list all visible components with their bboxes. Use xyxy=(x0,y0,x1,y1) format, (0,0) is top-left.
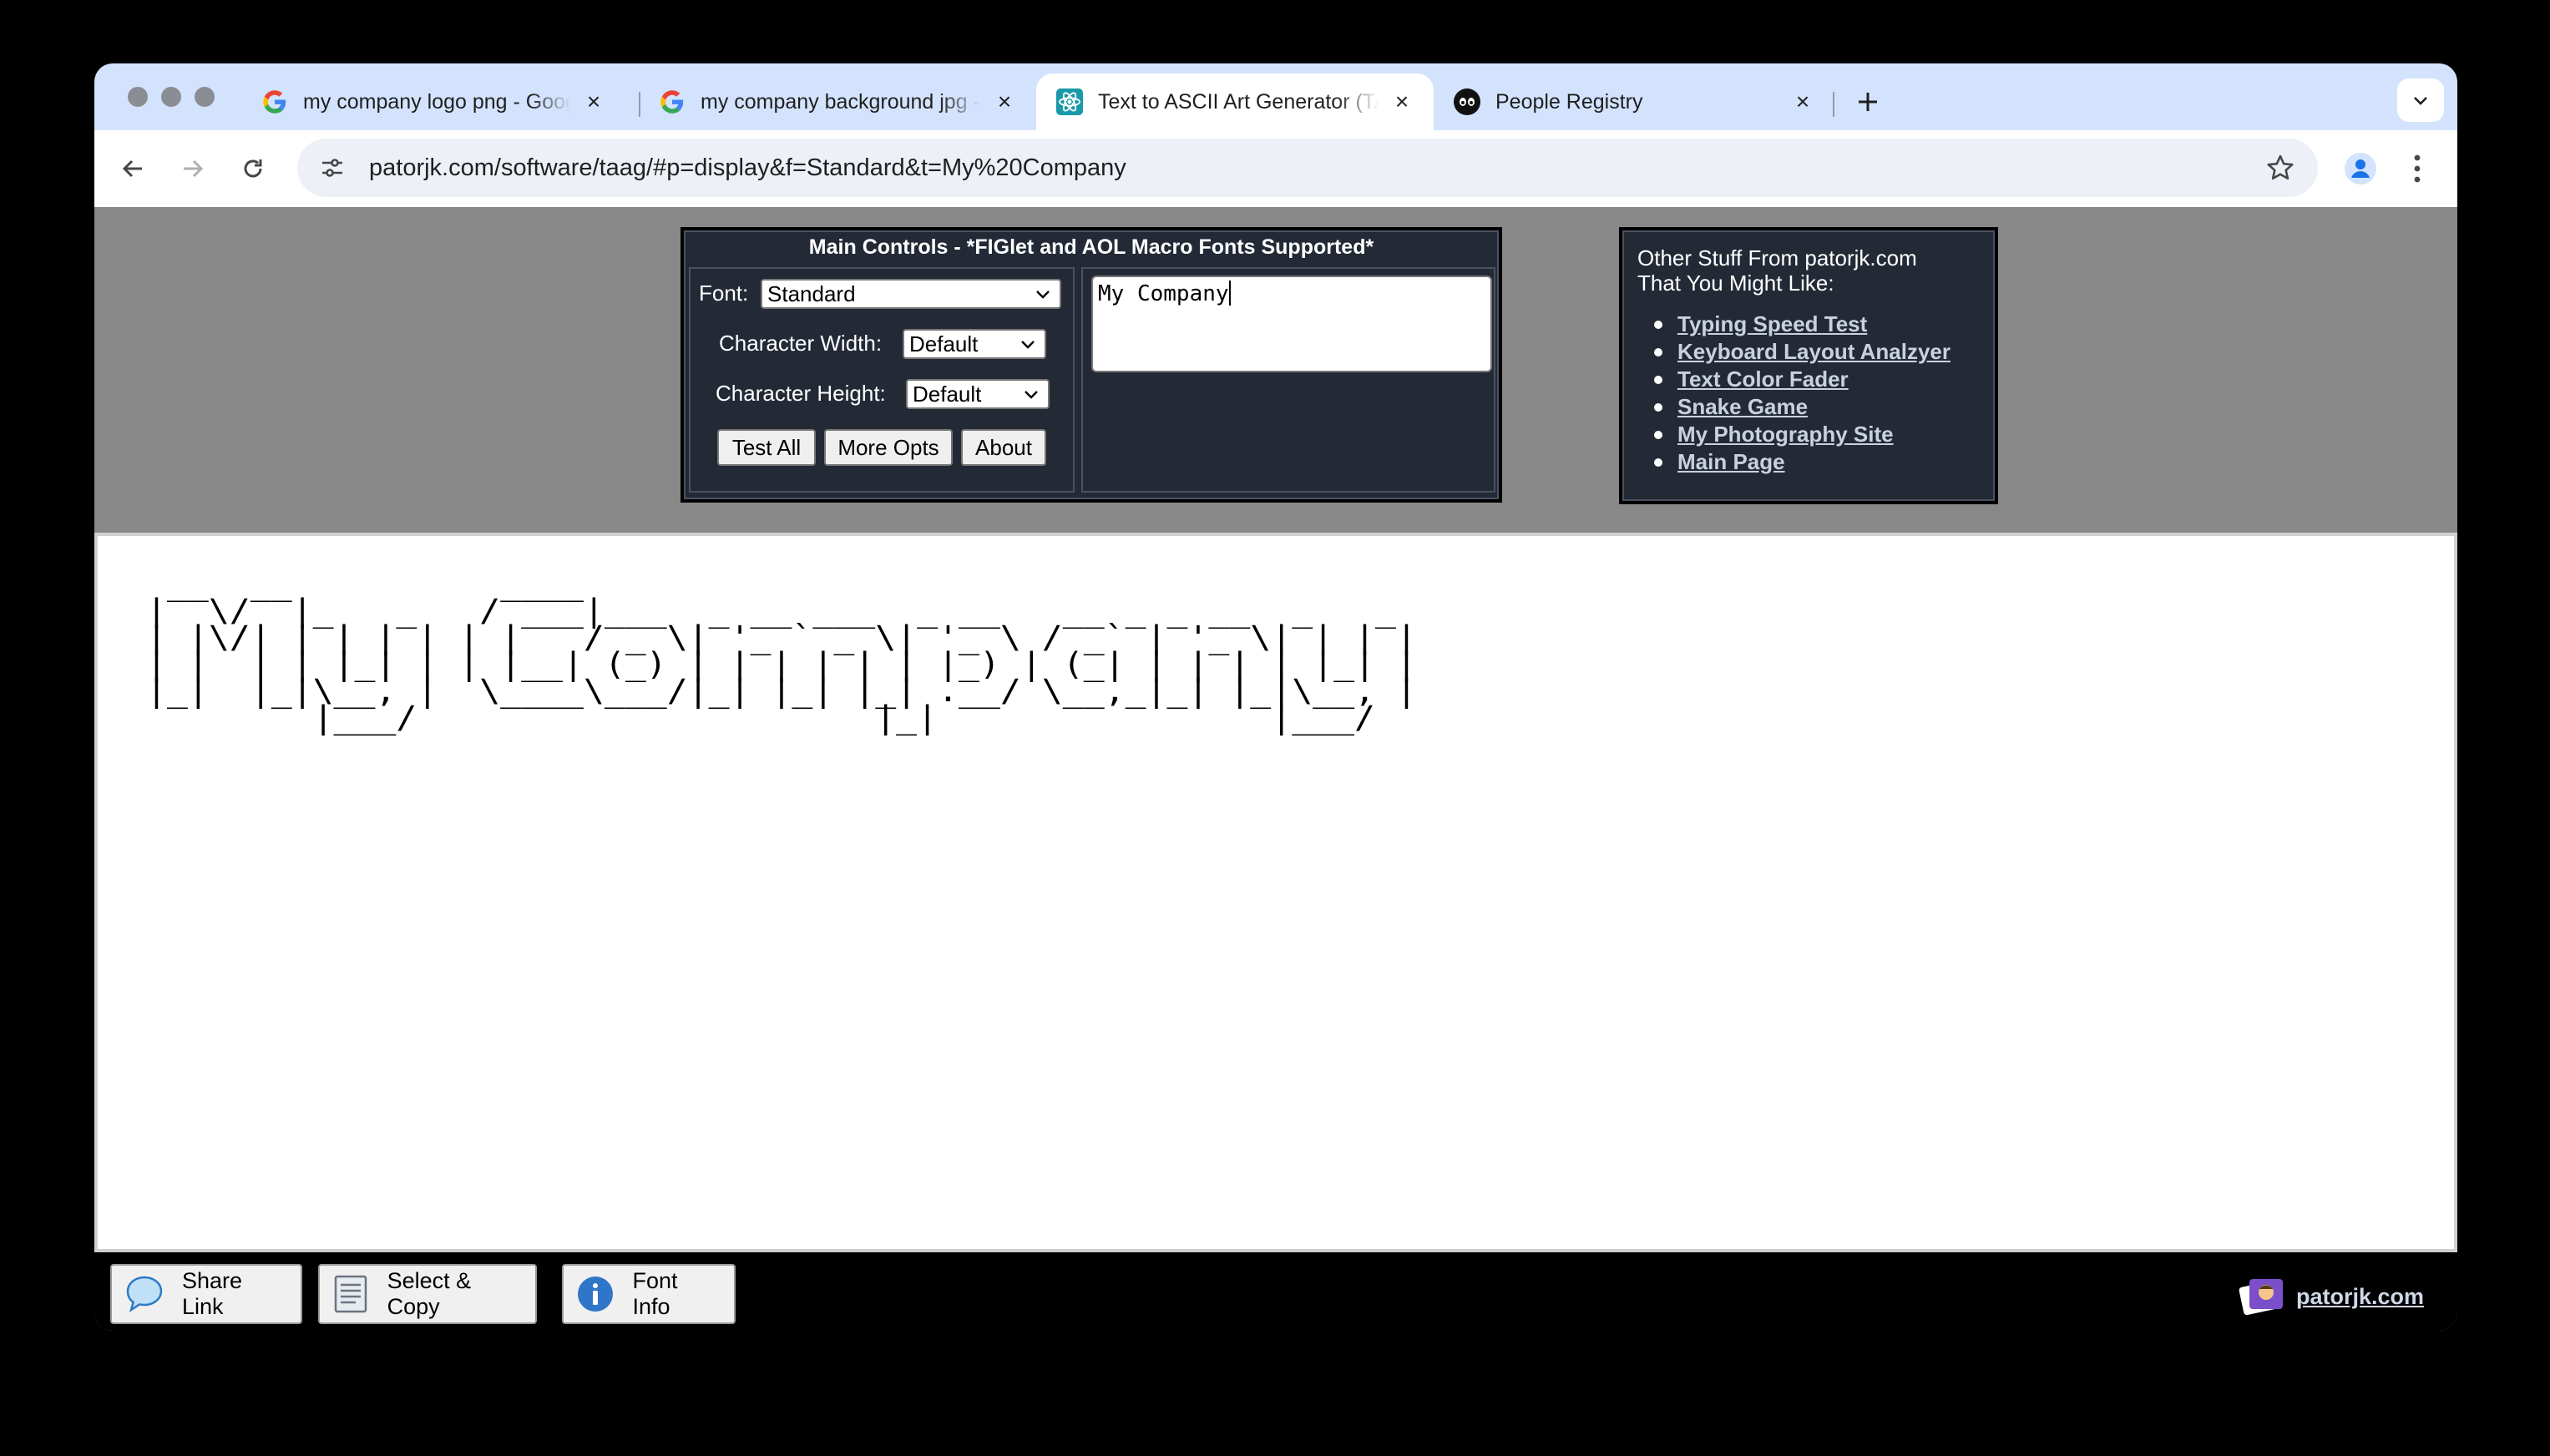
reload-button[interactable] xyxy=(233,149,273,189)
url-host: patorjk.com xyxy=(369,154,494,181)
link-snake-game[interactable]: Snake Game xyxy=(1677,393,1808,421)
patorjk-logo-icon xyxy=(2239,1279,2283,1316)
tab-title: Text to ASCII Art Generator (TAAG) xyxy=(1098,89,1379,114)
google-g-icon xyxy=(261,88,288,115)
site-settings-icon[interactable] xyxy=(316,151,349,185)
minimize-window-button[interactable] xyxy=(161,87,181,107)
brand-link[interactable]: patorjk.com xyxy=(2238,1276,2424,1317)
link-text-color-fader[interactable]: Text Color Fader xyxy=(1677,366,1849,393)
char-width-select[interactable]: Default xyxy=(903,329,1046,359)
font-info-label: Font Info xyxy=(632,1268,678,1319)
other-stuff-title: Other Stuff From patorjk.com That You Mi… xyxy=(1637,245,1980,296)
link-typing-speed-test[interactable]: Typing Speed Test xyxy=(1677,311,1867,338)
tab-title: my company background jpg - Google Searc… xyxy=(701,89,981,114)
url-text: patorjk.com/software/taag/#p=display&f=S… xyxy=(369,154,1126,182)
speech-bubble-icon xyxy=(124,1273,165,1315)
tab-taag[interactable]: Text to ASCII Art Generator (TAAG) × xyxy=(1036,73,1434,130)
test-all-button[interactable]: Test All xyxy=(717,429,816,466)
tab-separator xyxy=(1833,92,1834,117)
new-tab-button[interactable] xyxy=(1846,80,1890,124)
arrow-left-icon xyxy=(122,159,142,178)
close-icon[interactable]: × xyxy=(582,88,605,114)
other-stuff-title-line2: That You Might Like: xyxy=(1637,270,1834,296)
font-select[interactable]: Standard xyxy=(761,279,1061,309)
close-window-button[interactable] xyxy=(128,87,148,107)
char-width-label: Character Width: xyxy=(719,331,883,356)
main-controls-panel: Main Controls - *FIGlet and AOL Macro Fo… xyxy=(681,227,1502,503)
font-info-button[interactable]: Font Info xyxy=(562,1264,736,1324)
tab-strip: my company logo png - Google Search × my… xyxy=(94,63,2457,130)
info-icon xyxy=(575,1273,616,1315)
tab-people-registry[interactable]: People Registry × xyxy=(1434,73,1834,130)
ascii-output-area[interactable]: __ __ ____ | \/ |_ _ / ___|___ _ __ ___ … xyxy=(94,533,2457,1252)
other-stuff-links: Typing Speed Test Keyboard Layout Analzy… xyxy=(1637,311,1980,476)
document-icon xyxy=(331,1273,371,1315)
browser-toolbar: patorjk.com/software/taag/#p=display&f=S… xyxy=(94,130,2457,207)
page-content: Main Controls - *FIGlet and AOL Macro Fo… xyxy=(94,207,2457,1331)
ascii-art-text: __ __ ____ | \/ |_ _ / ___|___ _ __ ___ … xyxy=(146,566,1417,736)
more-menu-icon[interactable] xyxy=(2401,149,2434,189)
bottom-action-bar: Share Link Select & Copy Font Info pator… xyxy=(94,1252,2457,1331)
tab-title: People Registry xyxy=(1495,89,1643,114)
plus-icon xyxy=(1859,93,1877,111)
arrow-right-icon xyxy=(184,159,204,178)
list-item: Keyboard Layout Analzyer xyxy=(1637,338,1980,366)
google-g-icon xyxy=(659,88,686,115)
main-controls-options: Font: Standard Character Width: Default … xyxy=(689,267,1075,493)
chevron-down-icon xyxy=(1025,391,1038,399)
main-controls-input: My Company xyxy=(1081,267,1495,493)
brand-link-text[interactable]: patorjk.com xyxy=(2296,1284,2424,1310)
char-width-value: Default xyxy=(909,331,979,356)
tab-google-logo[interactable]: my company logo png - Google Search × xyxy=(241,73,625,130)
select-copy-button[interactable]: Select & Copy xyxy=(318,1264,537,1324)
text-caret xyxy=(1228,281,1231,306)
list-item: Snake Game xyxy=(1637,393,1980,421)
chevron-down-icon xyxy=(2414,97,2427,105)
char-height-select[interactable]: Default xyxy=(906,379,1050,409)
ascii-text-input[interactable]: My Company xyxy=(1091,276,1492,372)
close-icon[interactable]: × xyxy=(993,88,1016,114)
react-atom-icon xyxy=(1056,88,1083,115)
reload-icon xyxy=(244,159,262,178)
font-label: Font: xyxy=(699,281,749,306)
chevron-down-icon xyxy=(1036,291,1050,299)
tab-title: my company logo png - Google Search xyxy=(303,89,570,114)
eyes-icon xyxy=(1454,88,1480,115)
font-select-value: Standard xyxy=(767,281,856,306)
more-opts-button[interactable]: More Opts xyxy=(824,429,953,466)
ascii-text-input-value: My Company xyxy=(1098,281,1229,306)
tab-google-background[interactable]: my company background jpg - Google Searc… xyxy=(639,73,1036,130)
bookmark-star-icon[interactable] xyxy=(2263,150,2298,185)
window-controls xyxy=(128,87,215,107)
chevron-down-icon xyxy=(1021,341,1035,349)
maximize-window-button[interactable] xyxy=(195,87,215,107)
select-copy-label: Select & Copy xyxy=(387,1268,472,1319)
char-height-value: Default xyxy=(913,381,982,407)
list-item: Typing Speed Test xyxy=(1637,311,1980,338)
back-button[interactable] xyxy=(113,149,153,189)
list-item: Main Page xyxy=(1637,448,1980,476)
other-stuff-title-line1: Other Stuff From patorjk.com xyxy=(1637,245,1917,270)
close-icon[interactable]: × xyxy=(1390,88,1414,114)
list-item: My Photography Site xyxy=(1637,421,1980,448)
about-button[interactable]: About xyxy=(961,429,1046,466)
tab-search-button[interactable] xyxy=(2397,78,2444,122)
address-bar[interactable]: patorjk.com/software/taag/#p=display&f=S… xyxy=(297,139,2318,197)
link-main-page[interactable]: Main Page xyxy=(1677,448,1785,476)
share-link-label: Share Link xyxy=(182,1268,243,1319)
browser-window: my company logo png - Google Search × my… xyxy=(94,63,2457,1331)
link-keyboard-layout-analyzer[interactable]: Keyboard Layout Analzyer xyxy=(1677,338,1950,366)
share-link-button[interactable]: Share Link xyxy=(110,1264,302,1324)
other-stuff-panel: Other Stuff From patorjk.com That You Mi… xyxy=(1619,227,1998,504)
forward-button[interactable] xyxy=(173,149,213,189)
char-height-label: Character Height: xyxy=(716,381,886,406)
close-icon[interactable]: × xyxy=(1791,88,1814,114)
list-item: Text Color Fader xyxy=(1637,366,1980,393)
profile-avatar-icon[interactable] xyxy=(2340,149,2381,189)
link-photography-site[interactable]: My Photography Site xyxy=(1677,421,1894,448)
url-path: /software/taag/#p=display&f=Standard&t=M… xyxy=(493,154,1126,181)
main-controls-title: Main Controls - *FIGlet and AOL Macro Fo… xyxy=(808,235,1374,259)
